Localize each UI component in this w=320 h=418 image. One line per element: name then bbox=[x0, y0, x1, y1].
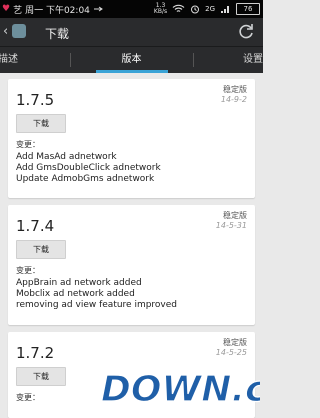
signal-icon bbox=[221, 6, 229, 13]
svg-text:DOWN.cc: DOWN.cc bbox=[101, 369, 260, 410]
release-date: 14-9-2 bbox=[220, 95, 247, 104]
alarm-icon bbox=[191, 5, 200, 14]
tab-bar: 描述 版本 设置 bbox=[0, 46, 263, 73]
status-time: 周一 下午02:04 bbox=[25, 5, 90, 16]
status-bar: ♥ 艺 周一 下午02:04 1.3 KB/s 2G 76 bbox=[0, 0, 263, 18]
carrier-label: 艺 bbox=[13, 5, 23, 16]
change-item: Add GmsDoubleClick adnetwork bbox=[16, 163, 161, 173]
download-button[interactable]: 下载 bbox=[16, 114, 66, 133]
version-number: 1.7.2 bbox=[16, 344, 55, 362]
stability-badge: 稳定版 bbox=[223, 211, 247, 220]
page-title: 下载 bbox=[45, 27, 70, 41]
tab-settings[interactable]: 设置 bbox=[243, 47, 263, 73]
network-speed: 1.3 KB/s bbox=[153, 2, 168, 15]
version-number: 1.7.4 bbox=[16, 217, 55, 235]
version-card: 1.7.4 稳定版 14-5-31 下载 变更： AppBrain ad net… bbox=[8, 205, 255, 325]
wifi-icon bbox=[172, 4, 185, 12]
refresh-icon[interactable] bbox=[237, 22, 255, 40]
back-arrow-icon[interactable]: ‹ bbox=[3, 24, 8, 39]
changes-list: Add MasAd adnetwork Add GmsDoubleClick a… bbox=[16, 152, 161, 185]
change-item: Update AdmobGms adnetwork bbox=[16, 174, 155, 184]
change-item: Mobclix ad network added bbox=[16, 289, 135, 299]
change-item: removing ad view feature improved bbox=[16, 300, 178, 310]
release-date: 14-5-31 bbox=[215, 221, 247, 230]
version-card: 1.7.5 稳定版 14-9-2 下载 变更： Add MasAd adnetw… bbox=[8, 79, 255, 198]
change-item: AppBrain ad network added bbox=[16, 278, 142, 288]
download-button[interactable]: 下载 bbox=[16, 367, 66, 386]
changes-title: 变更： bbox=[16, 140, 40, 149]
changes-title: 变更： bbox=[16, 266, 40, 275]
battery-indicator: 76 bbox=[236, 3, 260, 15]
tab-selected-indicator bbox=[96, 70, 168, 73]
stability-badge: 稳定版 bbox=[223, 85, 247, 94]
app-logo bbox=[12, 24, 26, 38]
signal-type: 2G bbox=[205, 5, 215, 13]
change-item: Add MasAd adnetwork bbox=[16, 152, 117, 162]
usb-icon bbox=[93, 6, 103, 12]
app-bar: ‹ 下载 bbox=[0, 18, 263, 46]
tab-divider bbox=[193, 53, 194, 67]
changes-title: 变更： bbox=[16, 393, 40, 402]
version-number: 1.7.5 bbox=[16, 91, 55, 109]
release-date: 14-5-25 bbox=[215, 348, 247, 357]
download-button[interactable]: 下载 bbox=[16, 240, 66, 259]
stability-badge: 稳定版 bbox=[223, 338, 247, 347]
changes-list: AppBrain ad network added Mobclix ad net… bbox=[16, 278, 177, 311]
heart-icon: ♥ bbox=[2, 4, 11, 14]
down-cc-watermark-logo: DOWN.cc bbox=[100, 368, 260, 410]
